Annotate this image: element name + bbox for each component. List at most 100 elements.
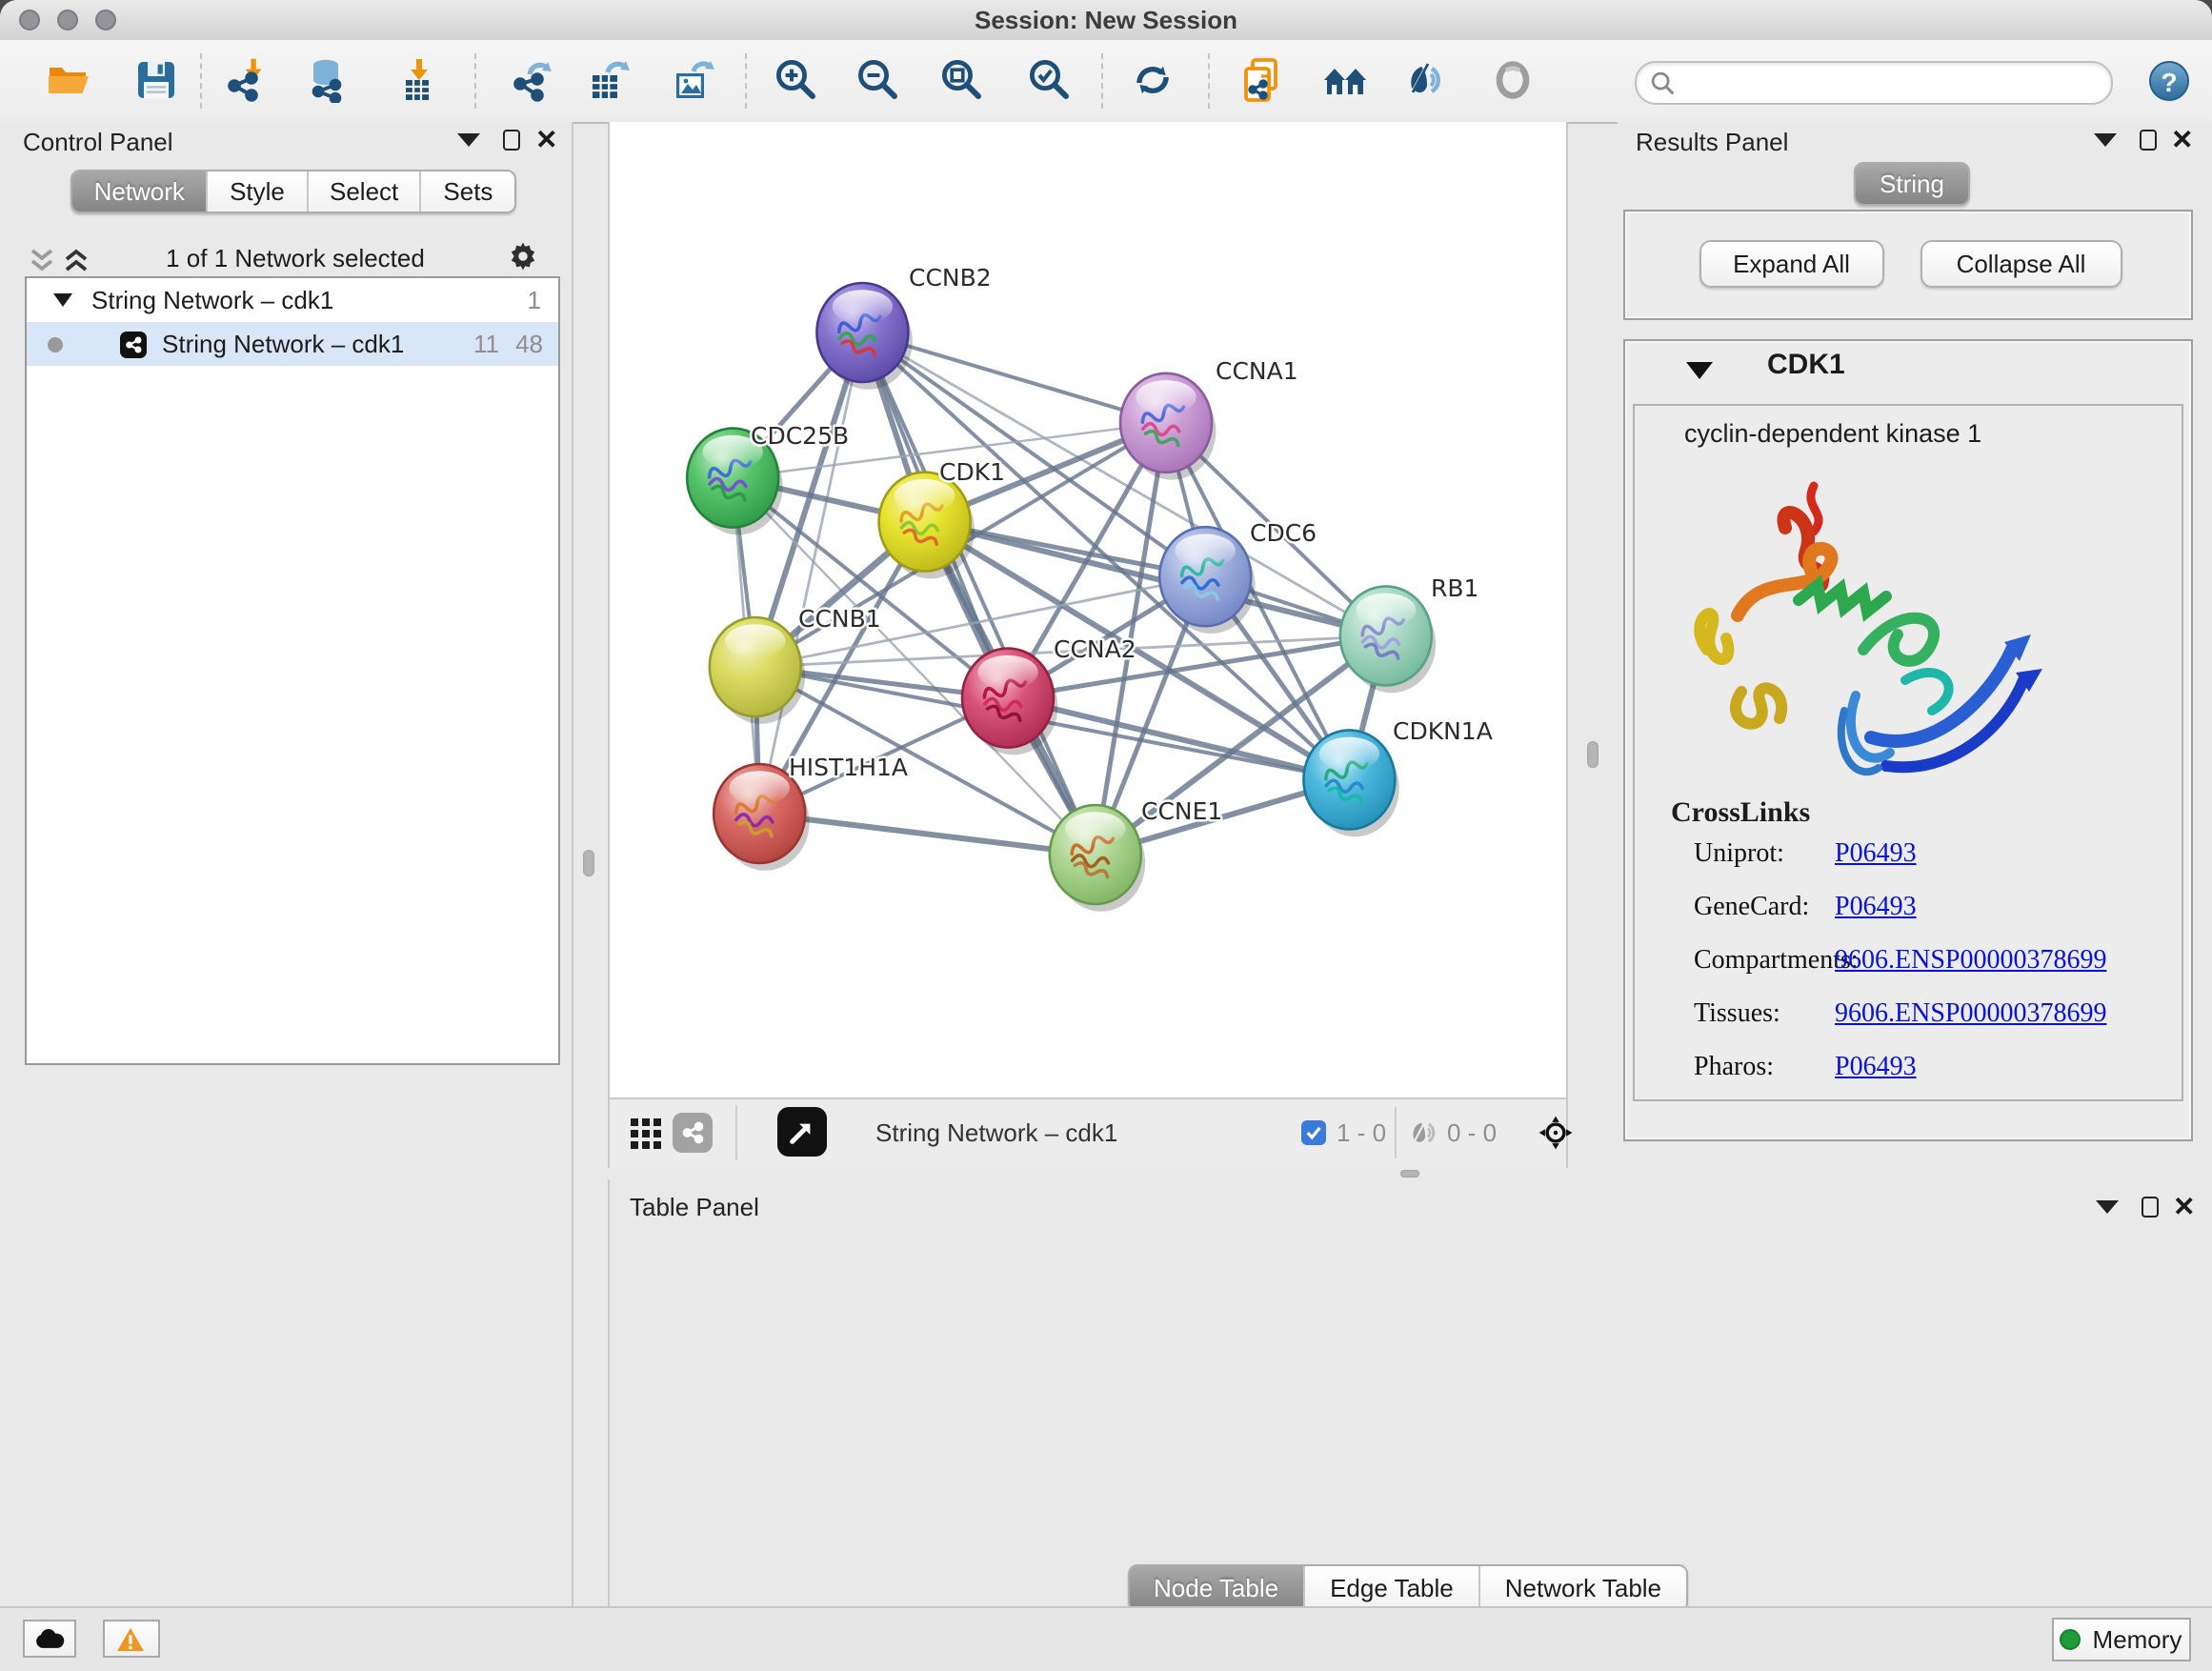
hidden-eye-icon[interactable] (1407, 1116, 1441, 1148)
edge-HIST1H1A-CCNE1[interactable] (758, 814, 1095, 855)
export-network-button[interactable] (500, 48, 565, 112)
collection-count: 1 (528, 286, 541, 314)
gene-description: cyclin-dependent kinase 1 (1684, 419, 1981, 448)
crosslink-link[interactable]: 9606.ENSP00000378699 (1835, 1000, 2106, 1031)
gene-detail-box: cyclin-dependent kinase 1 (1633, 404, 2182, 1101)
apply-layout-button[interactable] (1119, 48, 1184, 112)
collapse-triangle-icon[interactable] (53, 293, 72, 307)
zoom-in-button[interactable] (763, 48, 828, 112)
selected-checkbox-icon[interactable] (1300, 1119, 1326, 1145)
left-splitter[interactable] (572, 122, 607, 1606)
crosslink-label: Uniprot: (1694, 840, 1835, 871)
tab-network-table[interactable]: Network Table (1480, 1565, 1686, 1609)
tab-node-table[interactable]: Node Table (1129, 1565, 1305, 1609)
node-CCNB1[interactable]: CCNB1 (709, 605, 880, 724)
network-style-icon[interactable] (672, 1112, 712, 1152)
panel-menu-icon[interactable] (2095, 1200, 2118, 1214)
cloud-button[interactable] (22, 1620, 76, 1658)
float-panel-icon[interactable] (2141, 1197, 2158, 1218)
node-CDC25B[interactable]: CDC25B (686, 422, 848, 534)
warning-button[interactable] (103, 1620, 159, 1658)
import-network-database-button[interactable] (295, 48, 360, 112)
node-label-CCNA2: CCNA2 (1053, 635, 1136, 663)
panel-menu-icon[interactable] (2093, 133, 2116, 147)
crosslink-link[interactable]: P06493 (1835, 840, 1917, 871)
node-RB1[interactable]: RB1 (1339, 574, 1478, 693)
tab-edge-table[interactable]: Edge Table (1305, 1565, 1480, 1609)
node-label-CCNE1: CCNE1 (1140, 797, 1221, 825)
gene-title: CDK1 (1767, 349, 1845, 381)
crosslink-link[interactable]: P06493 (1835, 894, 1917, 924)
disabled-eye-button[interactable] (1479, 48, 1544, 112)
import-table-button[interactable] (383, 48, 448, 112)
collapse-all-button[interactable]: Collapse All (1920, 239, 2122, 287)
control-panel-title: Control Panel (23, 128, 173, 156)
edge-CCNB2-HIST1H1A[interactable] (758, 332, 861, 814)
string-network-graph: CCNB2CCNA1CDC25BCDK1CDC6RB1CCNB1CCNA2CDK… (609, 122, 1565, 1093)
node-CDKN1A[interactable]: CDKN1A (1302, 717, 1491, 836)
close-panel-icon[interactable]: ✕ (2171, 124, 2193, 156)
node-label-CDKN1A: CDKN1A (1392, 717, 1492, 745)
network-name: String Network – cdk1 (162, 330, 404, 358)
float-panel-icon[interactable] (2139, 130, 2156, 151)
node-CCNA1[interactable]: CCNA1 (1119, 357, 1297, 480)
zoom-out-button[interactable] (846, 48, 911, 112)
results-tabs: String (1853, 162, 1971, 206)
magnifier-check-icon (1027, 57, 1073, 103)
export-image-button[interactable] (660, 48, 725, 112)
search-input[interactable] (1682, 68, 2071, 98)
crosslink-link[interactable]: 9606.ENSP00000378699 (1835, 947, 2106, 977)
close-panel-icon[interactable]: ✕ (2173, 1191, 2195, 1223)
magnifier-fit-icon (939, 57, 985, 103)
bottom-splitter[interactable] (607, 1167, 2212, 1179)
string-import-button[interactable] (1231, 48, 1296, 112)
tab-select[interactable]: Select (308, 171, 421, 211)
network-row-selected[interactable]: String Network – cdk1 11 48 (27, 322, 558, 366)
network-canvas[interactable]: CCNB2CCNA1CDC25BCDK1CDC6RB1CCNB1CCNA2CDK… (607, 122, 1567, 1097)
node-CCNE1[interactable]: CCNE1 (1049, 797, 1222, 912)
right-splitter[interactable] (1567, 122, 1617, 1167)
expand-all-button[interactable]: Expand All (1699, 239, 1884, 287)
string-home-button[interactable] (1313, 48, 1377, 112)
collapse-all-icon[interactable] (29, 248, 55, 272)
toolbar-separator (1208, 53, 1210, 109)
close-panel-icon[interactable]: ✕ (535, 124, 557, 156)
splitter-handle[interactable] (1399, 1169, 1418, 1178)
memory-button[interactable]: Memory (2051, 1617, 2191, 1661)
toolbar-separator (744, 53, 746, 109)
zoom-fit-button[interactable] (930, 48, 995, 112)
grid-view-icon[interactable] (630, 1117, 662, 1150)
glasses-slash-icon (1403, 57, 1449, 103)
splitter-handle[interactable] (1586, 741, 1598, 768)
tab-sets[interactable]: Sets (422, 171, 514, 211)
node-label-CCNA1: CCNA1 (1215, 357, 1297, 385)
hide-glasses-button[interactable] (1394, 48, 1458, 112)
tab-string[interactable]: String (1855, 164, 1969, 204)
node-label-CCNB1: CCNB1 (797, 605, 880, 633)
node-label-CDC6: CDC6 (1249, 519, 1316, 547)
splitter-handle[interactable] (583, 850, 594, 876)
string-network-icon (120, 331, 147, 357)
hidden-count: 0 - 0 (1447, 1118, 1497, 1147)
node-CDC6[interactable]: CDC6 (1158, 519, 1316, 634)
birdseye-view-button[interactable] (776, 1107, 826, 1157)
gear-icon[interactable] (507, 240, 539, 272)
export-table-button[interactable] (577, 48, 642, 112)
toolbar-separator (1101, 53, 1103, 109)
expand-all-icon[interactable] (63, 248, 90, 272)
tab-network[interactable]: Network (72, 171, 209, 211)
crosslink-link[interactable]: P06493 (1835, 1054, 1917, 1084)
save-session-button[interactable] (124, 48, 189, 112)
panel-menu-icon[interactable] (457, 133, 480, 147)
float-panel-icon[interactable] (503, 130, 520, 151)
collapse-triangle-icon[interactable] (1685, 362, 1712, 379)
import-network-file-button[interactable] (215, 48, 280, 112)
export-table-icon (587, 57, 633, 103)
tab-style[interactable]: Style (209, 171, 309, 211)
network-collection-row[interactable]: String Network – cdk1 1 (27, 278, 558, 322)
node-HIST1H1A[interactable]: HIST1H1A (713, 754, 907, 871)
open-session-button[interactable] (36, 48, 101, 112)
help-button[interactable]: ? (2149, 61, 2189, 101)
zoom-selected-button[interactable] (1017, 48, 1082, 112)
network-view-toolbar: String Network – cdk1 1 - 0 0 - 0 (607, 1097, 1567, 1167)
